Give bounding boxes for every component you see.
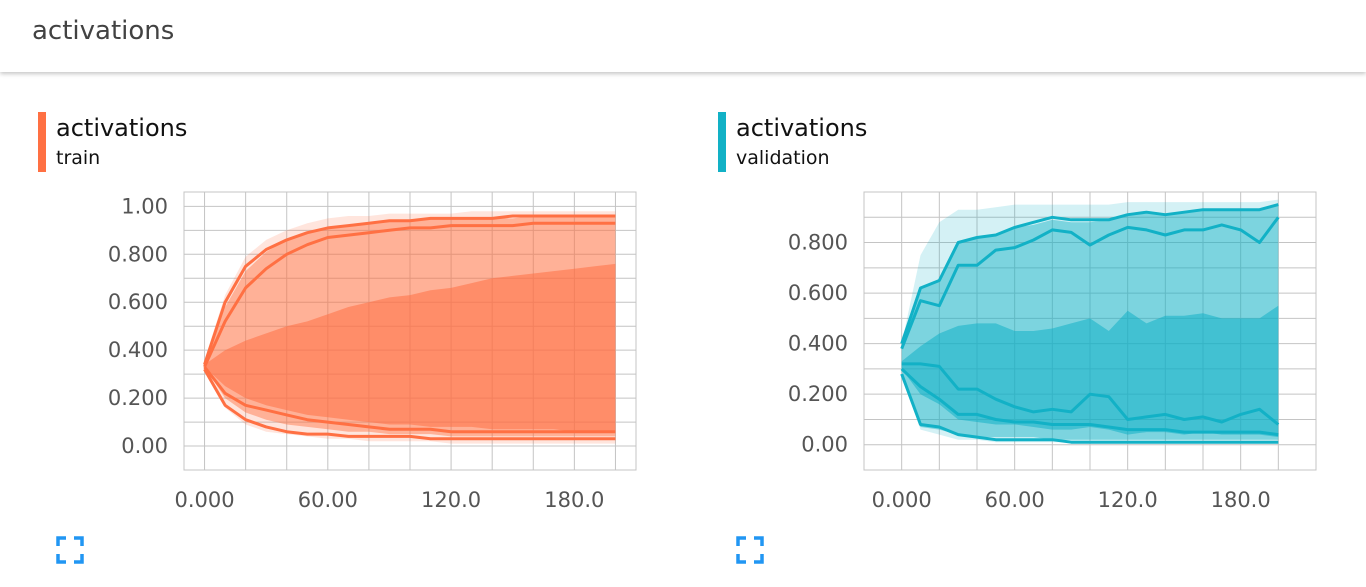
- x-tick-label: 60.00: [985, 488, 1045, 512]
- x-tick-label: 180.0: [544, 488, 604, 512]
- y-tick-label: 0.200: [108, 386, 168, 410]
- expand-button[interactable]: [56, 536, 84, 564]
- activations-validation-chart[interactable]: 0.00 0.200 0.400 0.600 0.800 0.000 60.00 120.0 1…: [718, 182, 1338, 532]
- x-tick-label: 0.000: [872, 488, 932, 512]
- series-color-bar: [38, 112, 46, 172]
- card-title: activations: [736, 114, 868, 142]
- activations-train-chart[interactable]: 0.00 0.200 0.400 0.600 0.800 1.00 0.000 60.00 12…: [38, 182, 658, 532]
- y-tick-label: 0.400: [108, 338, 168, 362]
- card-subtitle: validation: [736, 147, 830, 169]
- card-title: activations: [56, 114, 188, 142]
- chart-card-validation: activations validation 0.00 0.200 0.400 0.6…: [718, 112, 1358, 572]
- page-title: activations: [32, 16, 175, 46]
- expand-button[interactable]: [736, 536, 764, 564]
- x-tick-label: 0.000: [174, 488, 234, 512]
- y-tick-label: 0.00: [121, 434, 168, 458]
- y-tick-label: 0.200: [788, 382, 848, 406]
- x-tick-label: 180.0: [1211, 488, 1271, 512]
- y-tick-label: 0.800: [788, 231, 848, 255]
- fullscreen-icon: [56, 536, 84, 564]
- y-tick-label: 0.400: [788, 332, 848, 356]
- y-tick-label: 0.600: [788, 281, 848, 305]
- y-tick-label: 0.600: [108, 290, 168, 314]
- chart-card-train: activations train 0.00 0.200 0.400 0.600 0.8…: [38, 112, 678, 572]
- card-subtitle: train: [56, 147, 101, 169]
- y-tick-label: 1.00: [121, 194, 168, 218]
- series-color-bar: [718, 112, 726, 172]
- x-tick-label: 120.0: [1098, 488, 1158, 512]
- x-tick-label: 120.0: [421, 488, 481, 512]
- y-tick-label: 0.800: [108, 242, 168, 266]
- page-header: activations: [0, 0, 1366, 72]
- x-tick-label: 60.00: [298, 488, 358, 512]
- fullscreen-icon: [736, 536, 764, 564]
- y-tick-label: 0.00: [801, 433, 848, 457]
